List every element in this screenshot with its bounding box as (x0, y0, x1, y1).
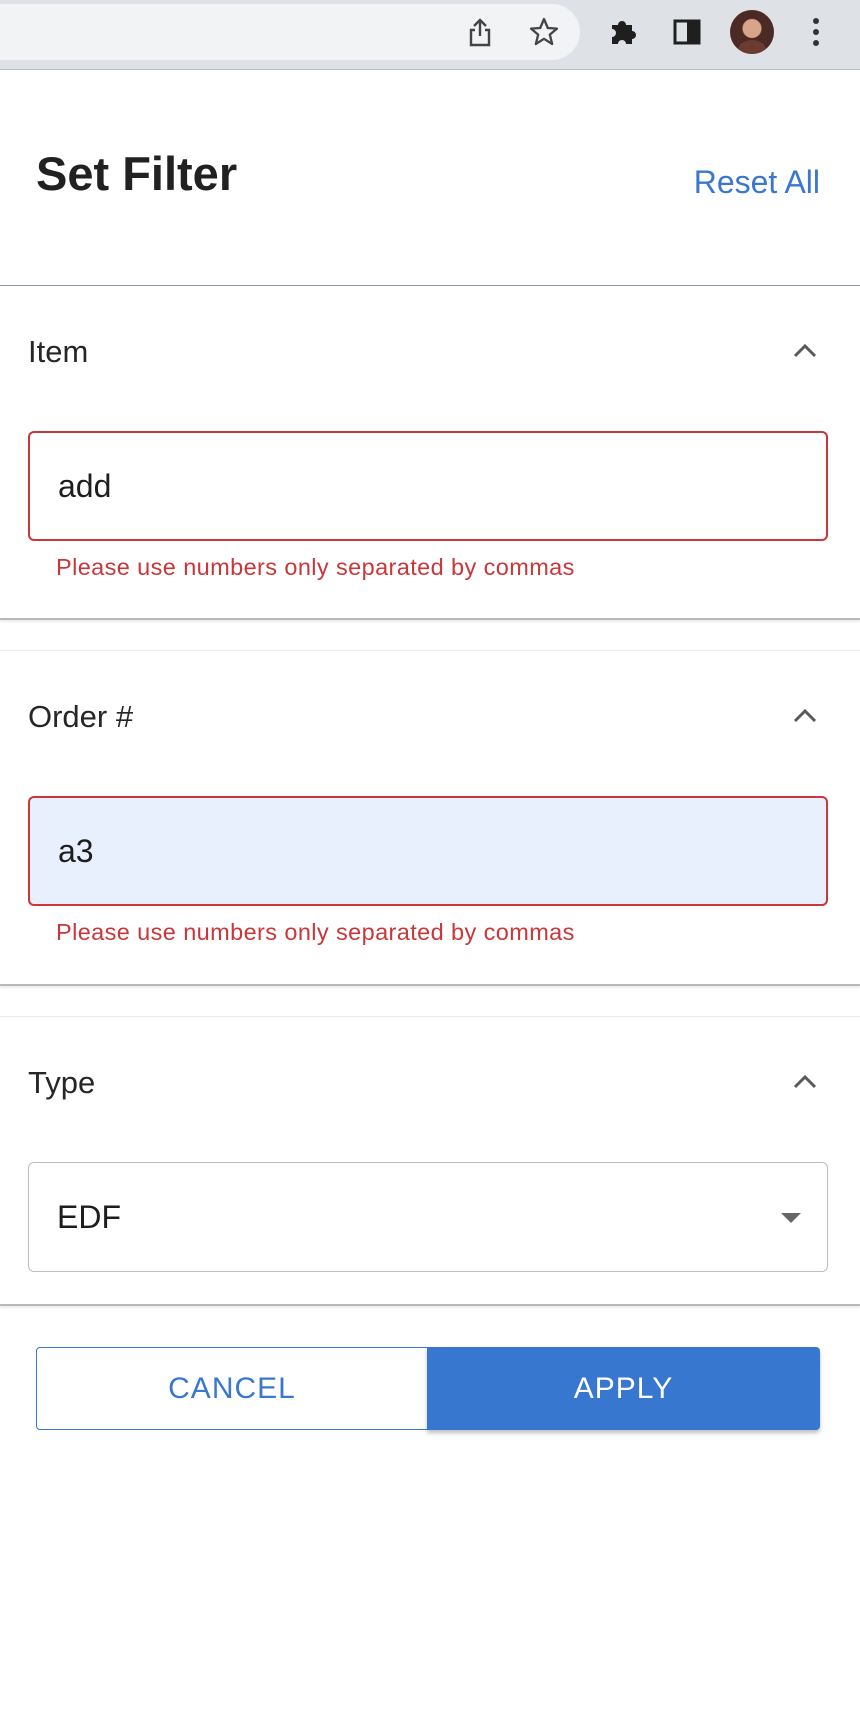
more-vert-icon[interactable] (794, 10, 838, 54)
dropdown-arrow-icon (781, 1213, 801, 1223)
chevron-up-icon[interactable] (790, 336, 820, 366)
order-filter-section: Order # Please use numbers only separate… (0, 651, 860, 986)
bookmark-star-icon[interactable] (522, 10, 566, 54)
item-filter-section: Item Please use numbers only separated b… (0, 286, 860, 620)
item-label: Item (28, 334, 89, 369)
item-input-text[interactable] (58, 467, 826, 505)
order-label: Order # (28, 699, 134, 734)
page-title: Set Filter (36, 147, 238, 200)
item-input[interactable] (28, 431, 828, 541)
order-number-input[interactable] (28, 796, 828, 906)
apply-button[interactable]: APPLY (427, 1347, 820, 1430)
item-error-message: Please use numbers only separated by com… (56, 554, 575, 580)
type-filter-section: Type EDF (0, 1017, 860, 1306)
chevron-up-icon[interactable] (790, 1067, 820, 1097)
chevron-up-icon[interactable] (790, 701, 820, 731)
type-selected-value: EDF (57, 1198, 121, 1235)
side-panel-icon[interactable] (665, 10, 709, 54)
order-error-message: Please use numbers only separated by com… (56, 919, 575, 945)
profile-avatar[interactable] (730, 10, 774, 54)
cancel-button[interactable]: CANCEL (36, 1347, 428, 1430)
type-label: Type (28, 1065, 96, 1100)
share-icon[interactable] (458, 10, 502, 54)
extensions-puzzle-icon[interactable] (601, 10, 645, 54)
order-number-input-text[interactable] (58, 832, 826, 870)
reset-all-link[interactable]: Reset All (694, 166, 820, 198)
browser-toolbar (0, 0, 860, 70)
type-select[interactable]: EDF (28, 1162, 828, 1272)
